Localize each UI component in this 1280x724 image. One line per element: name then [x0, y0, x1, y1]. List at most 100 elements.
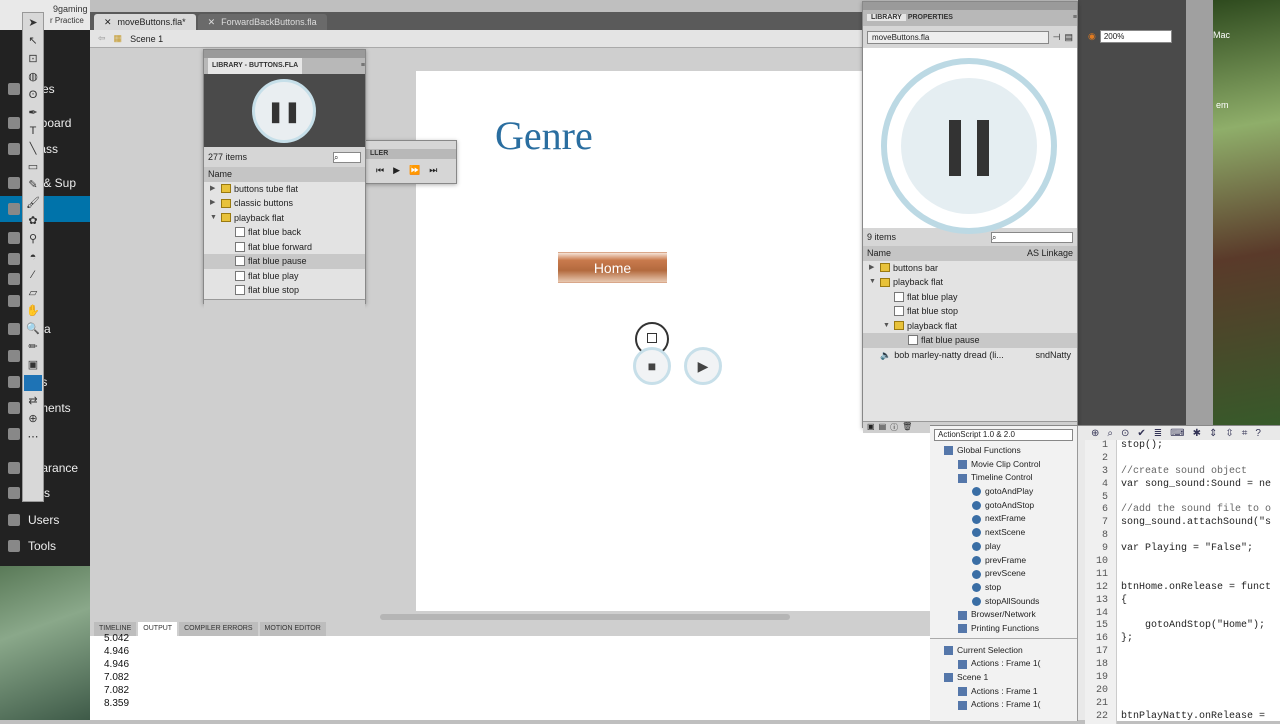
- wp-menu-item[interactable]: mments: [0, 395, 90, 421]
- wp-menu-item[interactable]: Ta: [0, 288, 90, 314]
- actions-tree-item[interactable]: Printing Functions: [930, 622, 1077, 636]
- code-line[interactable]: 5: [1085, 491, 1280, 505]
- pin-icon[interactable]: ⊣: [1053, 32, 1061, 43]
- code-line[interactable]: 10: [1085, 556, 1280, 569]
- zoom-select[interactable]: 200%: [1099, 29, 1172, 43]
- stroke-color-icon[interactable]: ✏: [24, 339, 42, 355]
- code-line[interactable]: 18: [1085, 659, 1280, 673]
- expand-icon[interactable]: ⇳: [1225, 428, 1233, 439]
- code-line[interactable]: 7 song_sound.attachSound("s: [1085, 517, 1280, 531]
- actions-tree-item[interactable]: Movie Clip Control: [930, 458, 1077, 472]
- properties-icon[interactable]: ⓘ: [890, 422, 898, 433]
- close-icon[interactable]: ✕: [208, 14, 216, 30]
- rewind-icon[interactable]: ⏮: [376, 165, 384, 176]
- code-line[interactable]: 13 {: [1085, 594, 1280, 608]
- library-buttons-title[interactable]: LIBRARY - BUTTONS.FLA: [208, 58, 303, 74]
- script-editor[interactable]: 1 stop(); 2 3 //create sound object 4 var song…: [1085, 440, 1280, 724]
- scene-label[interactable]: Scene 1: [130, 34, 163, 44]
- color-wheel-icon[interactable]: ◉: [1088, 31, 1096, 42]
- wp-menu-item[interactable]: pearance: [0, 455, 90, 481]
- code-line[interactable]: 16};: [1085, 633, 1280, 647]
- add-statement-icon[interactable]: ⊕: [1091, 428, 1099, 439]
- selection-tool-icon[interactable]: ➤: [24, 15, 42, 31]
- actions-tree-item[interactable]: gotoAndStop: [930, 499, 1077, 513]
- expand-icon[interactable]: ▶: [210, 182, 218, 197]
- code-hint-icon[interactable]: ⌨: [1170, 428, 1184, 439]
- panel-menu-icon[interactable]: ≡: [1073, 10, 1077, 26]
- library-row[interactable]: flat blue pause: [204, 254, 365, 269]
- tab-forwardbackbuttons[interactable]: ✕ ForwardBackButtons.fla: [197, 14, 327, 30]
- code-line[interactable]: 14: [1085, 607, 1280, 621]
- comment-icon[interactable]: ⌗: [1242, 428, 1248, 439]
- wp-menu-item[interactable]: ds: [0, 421, 90, 447]
- library-row[interactable]: flat blue play: [863, 290, 1077, 305]
- rectangle-tool-icon[interactable]: ▭: [24, 159, 42, 175]
- library-row[interactable]: ▶ buttons bar: [863, 261, 1077, 276]
- code-line[interactable]: 1 stop();: [1085, 440, 1280, 453]
- swap-colors-icon[interactable]: ⇄: [24, 393, 42, 409]
- target-path-icon[interactable]: ⊙: [1121, 428, 1129, 439]
- library-row[interactable]: 🔈 bob marley-natty dread (li... sndNatty: [863, 348, 1077, 363]
- wp-menu-item[interactable]: edia: [0, 316, 90, 342]
- wp-menu-item[interactable]: sts: [0, 196, 90, 222]
- library-search-input[interactable]: ⌕: [333, 151, 361, 163]
- stage[interactable]: [416, 71, 930, 611]
- go-to-end-icon[interactable]: ⏭: [429, 165, 437, 176]
- library-row[interactable]: flat blue back: [204, 225, 365, 240]
- new-library-icon[interactable]: ▤: [1064, 32, 1073, 43]
- browser-tab-label[interactable]: 9gaming: [53, 4, 88, 14]
- subselection-tool-icon[interactable]: ↖: [24, 33, 42, 49]
- stage-title-text[interactable]: Genre: [495, 112, 593, 159]
- eraser-icon[interactable]: ▱: [24, 285, 42, 301]
- pencil-tool-icon[interactable]: ✎: [24, 177, 42, 193]
- tab-library[interactable]: LIBRARY: [867, 14, 906, 21]
- 3d-rotation-icon[interactable]: ◍: [24, 69, 42, 85]
- deco-tool-icon[interactable]: ✿: [24, 213, 42, 229]
- library-column-header[interactable]: Name AS Linkage: [863, 246, 1077, 261]
- new-symbol-icon[interactable]: ▣: [867, 422, 875, 433]
- wp-menu-item[interactable]: Tools: [0, 533, 90, 559]
- line-tool-icon[interactable]: ╲: [24, 141, 42, 157]
- debug-icon[interactable]: ✱: [1193, 428, 1201, 439]
- actions-tree-item[interactable]: stop: [930, 581, 1077, 595]
- code-line[interactable]: 8: [1085, 530, 1280, 544]
- actions-tree-item[interactable]: nextScene: [930, 526, 1077, 540]
- zoom-tool-icon[interactable]: 🔍: [24, 321, 42, 337]
- code-line[interactable]: 21: [1085, 697, 1280, 711]
- actions-tree-item[interactable]: stopAllSounds: [930, 595, 1077, 609]
- actions-tree-item[interactable]: Actions : Frame 1: [930, 685, 1077, 699]
- code-line[interactable]: 4 var song_sound:Sound = ne: [1085, 478, 1280, 492]
- snap-icon[interactable]: ⊕: [24, 411, 42, 427]
- code-line[interactable]: 11: [1085, 568, 1280, 582]
- panel-drag-bar[interactable]: [863, 2, 1077, 10]
- code-line[interactable]: 2: [1085, 452, 1280, 466]
- collapse-icon[interactable]: ▼: [869, 275, 877, 290]
- library-row[interactable]: flat blue pause: [863, 333, 1077, 348]
- actions-tree-item[interactable]: Scene 1: [930, 671, 1077, 685]
- code-line[interactable]: 20: [1085, 684, 1280, 698]
- actions-tree-item[interactable]: Global Functions: [930, 444, 1077, 458]
- brush-tool-icon[interactable]: 🖌: [24, 195, 42, 211]
- pen-tool-icon[interactable]: ✒: [24, 105, 42, 121]
- library-row[interactable]: flat blue stop: [204, 283, 365, 298]
- library-row[interactable]: ▼ playback flat: [863, 319, 1077, 334]
- actions-tree-item[interactable]: Current Selection: [930, 644, 1077, 658]
- library-row[interactable]: flat blue play: [204, 269, 365, 284]
- stage-horizontal-scrollbar[interactable]: [380, 614, 790, 620]
- library-row[interactable]: ▶ buttons tube flat: [204, 182, 365, 197]
- actions-tree-item[interactable]: Actions : Frame 1(: [930, 698, 1077, 712]
- library-row[interactable]: flat blue stop: [863, 304, 1077, 319]
- actions-tree-item[interactable]: prevScene: [930, 567, 1077, 581]
- help-icon[interactable]: ?: [1255, 428, 1261, 439]
- eyedropper-icon[interactable]: ⁄: [24, 267, 42, 283]
- fill-swatch[interactable]: [24, 375, 42, 391]
- play-button-instance[interactable]: ▶: [684, 347, 722, 385]
- expand-icon[interactable]: ▶: [210, 196, 218, 211]
- paint-bucket-icon[interactable]: ◓: [24, 249, 42, 265]
- lasso-icon[interactable]: ʘ: [24, 87, 42, 103]
- expand-icon[interactable]: ▶: [869, 261, 877, 276]
- wp-menu-item[interactable]: Users: [0, 507, 90, 533]
- tab-movebuttons[interactable]: ✕ moveButtons.fla*: [94, 14, 196, 30]
- collapse-icon[interactable]: ▼: [883, 319, 891, 334]
- bone-tool-icon[interactable]: ⚲: [24, 231, 42, 247]
